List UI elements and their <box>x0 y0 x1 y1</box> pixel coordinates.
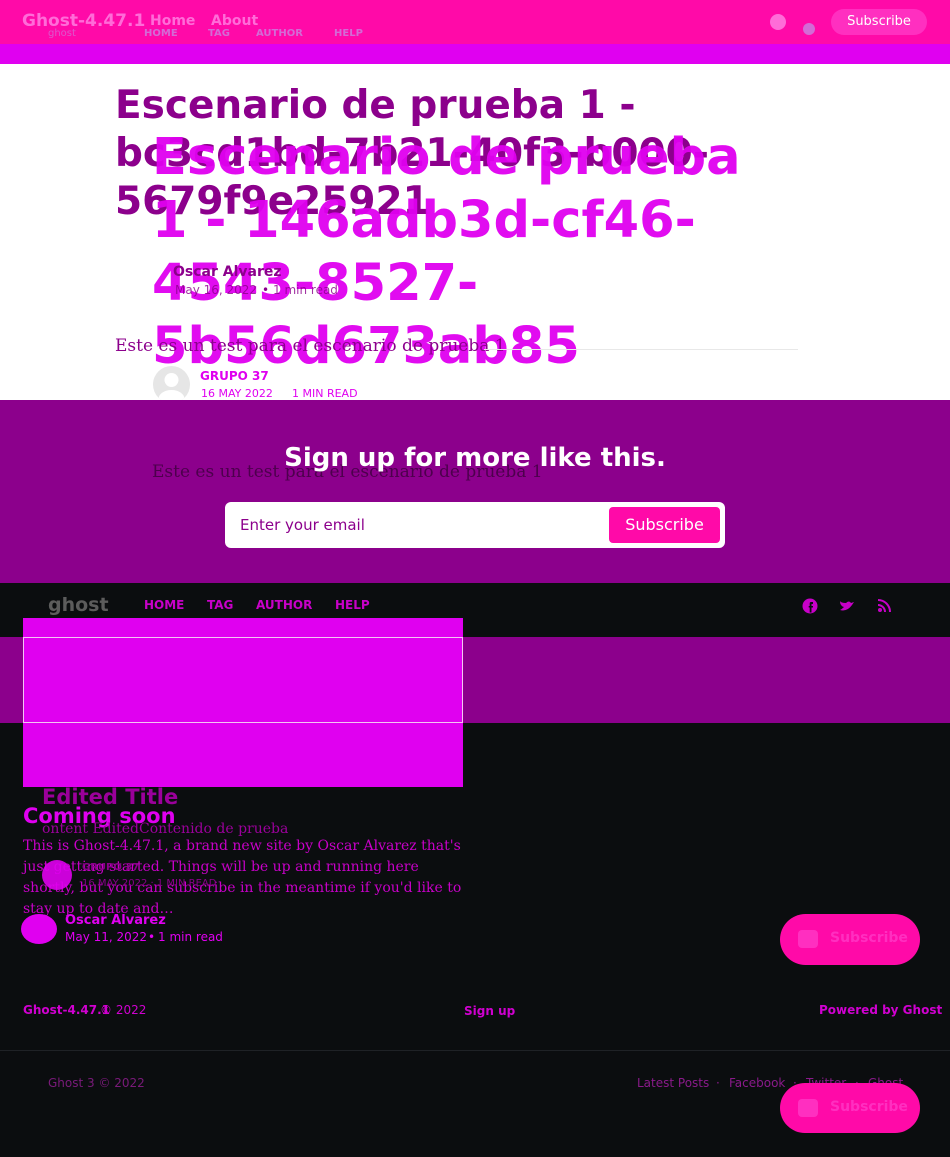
ghost-nav-author[interactable]: AUTHOR <box>256 28 303 39</box>
rss-icon[interactable] <box>877 599 891 613</box>
author-avatar[interactable] <box>152 268 172 298</box>
card-date: May 11, 2022 <box>65 930 148 944</box>
nav-about[interactable]: About <box>211 13 258 29</box>
footer-nav-author[interactable]: AUTHOR <box>256 598 312 612</box>
search-icon[interactable] <box>769 13 787 31</box>
footer-nav-help[interactable]: HELP <box>335 598 370 612</box>
card-reading-time: 1 min read <box>158 930 223 944</box>
bell-icon <box>798 1099 818 1117</box>
footer-divider <box>0 1050 950 1051</box>
ghost3-copyright: Ghost 3 © 2022 <box>48 1076 145 1090</box>
card-avatar[interactable] <box>42 860 72 890</box>
footer-powered-by[interactable]: Powered by Ghost <box>819 1003 942 1017</box>
facebook-icon[interactable] <box>802 22 816 36</box>
footer-nav-home[interactable]: HOME <box>144 598 184 612</box>
ghost-nav-logo[interactable]: ghost <box>48 28 76 39</box>
footer-copyright: © 2022 <box>100 1003 147 1017</box>
author-avatar-placeholder[interactable] <box>153 366 190 403</box>
card-meta-upper: 16 MAY 2022 · 1 MIN READ <box>82 878 217 889</box>
floating-subscribe-button-2[interactable]: Subscribe <box>780 1083 920 1133</box>
footer-sign-up-link[interactable]: Sign up <box>464 1004 515 1018</box>
post-author[interactable]: Oscar Alvarez <box>173 264 282 280</box>
header-subscribe-button[interactable]: Subscribe <box>831 9 927 35</box>
card-author[interactable]: Oscar Alvarez <box>65 913 166 928</box>
footer-link-facebook[interactable]: Facebook <box>729 1076 785 1090</box>
floating-subscribe-label-2: Subscribe <box>830 1099 908 1115</box>
divider <box>484 349 798 350</box>
footer-ghost-logo[interactable]: ghost <box>48 594 109 616</box>
footer-nav-tag[interactable]: TAG <box>207 598 233 612</box>
signup-heading: Sign up for more like this. <box>284 443 666 473</box>
meta-dot: • <box>262 283 270 297</box>
post-reading-time-upper: 1 MIN READ <box>292 387 358 400</box>
post-reading-time: 1 min read <box>273 283 338 297</box>
bell-icon <box>798 930 818 948</box>
ghost-nav-home[interactable]: HOME <box>144 28 178 39</box>
signup-subscribe-button[interactable]: Subscribe <box>609 507 720 543</box>
card-author-avatar[interactable] <box>21 914 57 944</box>
footer-link-sep: · <box>716 1076 720 1090</box>
post-excerpt: Este es un test para el escenario de pru… <box>115 336 506 356</box>
footer-site-title[interactable]: Ghost-4.47.1 <box>23 1003 110 1017</box>
post-author-upper[interactable]: GRUPO 37 <box>200 369 269 383</box>
ghost-nav-help[interactable]: HELP <box>334 28 363 39</box>
edited-card-excerpt: ontent EditedContenido de prueba <box>42 821 289 837</box>
twitter-icon[interactable] <box>839 599 855 613</box>
email-input[interactable]: Enter your email <box>240 516 365 534</box>
floating-subscribe-label: Subscribe <box>830 930 908 946</box>
floating-subscribe-button[interactable]: Subscribe <box>780 914 920 965</box>
footer-link-latest-posts[interactable]: Latest Posts <box>637 1076 709 1090</box>
post-card-image-outline <box>23 637 463 723</box>
ghost-nav-tag[interactable]: TAG <box>208 28 230 39</box>
post-date: May 16, 2022 <box>175 283 258 297</box>
facebook-icon[interactable] <box>802 598 818 614</box>
site-title[interactable]: Ghost-4.47.1 <box>22 11 145 31</box>
nav-home[interactable]: Home <box>150 13 195 29</box>
post-date-upper: 16 MAY 2022 <box>201 387 273 400</box>
card-author-upper[interactable]: GRUPO 37 <box>82 862 139 873</box>
card-meta-dot: • <box>148 930 156 944</box>
signup-section <box>0 400 950 583</box>
header-secondary-bar <box>0 44 950 64</box>
